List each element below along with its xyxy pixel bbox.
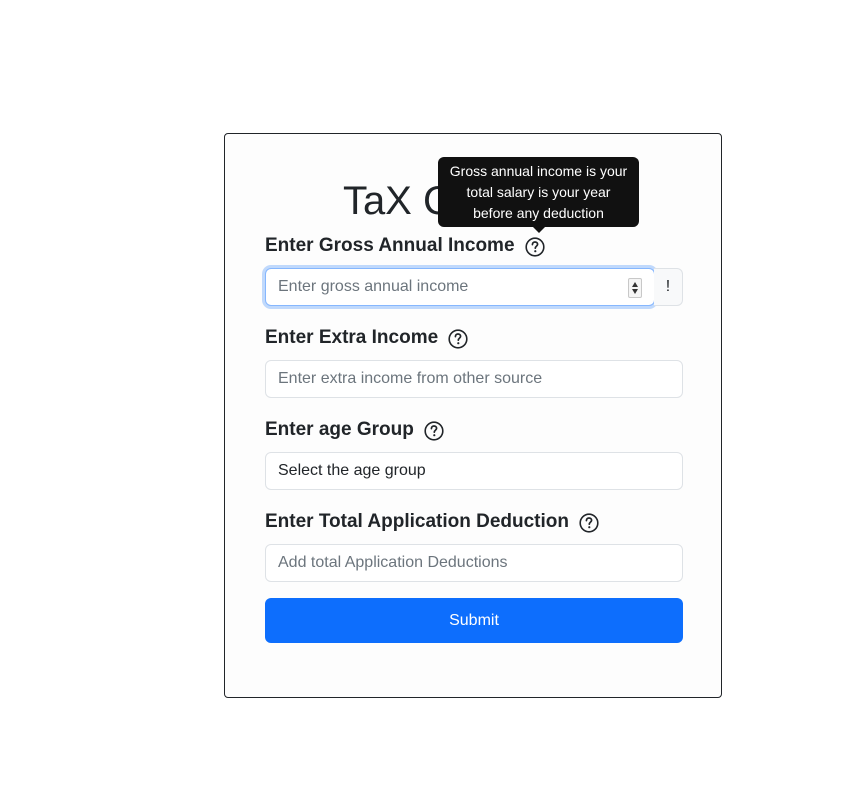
gross-income-alert-addon: ! [654, 268, 683, 306]
submit-button[interactable]: Submit [265, 598, 683, 643]
question-circle-icon[interactable] [448, 329, 468, 349]
question-circle-icon[interactable] [524, 237, 545, 257]
extra-income-placeholder: Enter extra income from other source [278, 370, 543, 387]
extra-income-label: Enter Extra Income [265, 327, 439, 348]
deductions-label-row: Enter Total Application Deduction [265, 510, 599, 534]
number-spinner-icon[interactable] [628, 278, 642, 298]
gross-income-placeholder: Enter gross annual income [278, 278, 469, 295]
gross-income-input[interactable]: Enter gross annual income [265, 268, 655, 306]
tooltip-arrow [533, 227, 545, 233]
age-group-select[interactable]: Select the age group [265, 452, 683, 490]
gross-income-tooltip: Gross annual income is your total salary… [438, 157, 639, 227]
age-group-label-row: Enter age Group [265, 418, 444, 442]
extra-income-label-row: Enter Extra Income [265, 326, 468, 350]
deductions-input[interactable]: Add total Application Deductions [265, 544, 683, 582]
deductions-placeholder: Add total Application Deductions [278, 554, 508, 571]
question-circle-icon[interactable] [579, 513, 599, 533]
age-group-selected: Select the age group [278, 462, 426, 479]
gross-income-label: Enter Gross Annual Income [265, 235, 515, 256]
age-group-label: Enter age Group [265, 419, 414, 440]
question-circle-icon[interactable] [424, 421, 444, 441]
extra-income-input[interactable]: Enter extra income from other source [265, 360, 683, 398]
deductions-label: Enter Total Application Deduction [265, 511, 569, 532]
gross-income-label-row: Enter Gross Annual Income [265, 234, 545, 258]
